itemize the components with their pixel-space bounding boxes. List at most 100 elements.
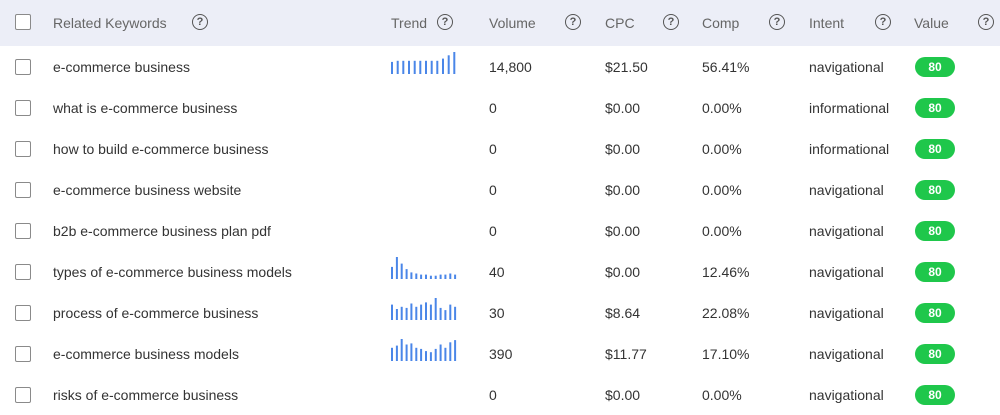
- keyword-cell[interactable]: e-commerce business website: [53, 182, 241, 198]
- row-checkbox[interactable]: [15, 141, 31, 157]
- cpc-help-icon[interactable]: ?: [663, 14, 679, 30]
- keyword-cell[interactable]: types of e-commerce business models: [53, 264, 292, 280]
- trend-bar: [425, 351, 427, 361]
- value-badge: 80: [915, 180, 955, 200]
- keywords-help-icon[interactable]: ?: [192, 14, 208, 30]
- trend-bar: [413, 60, 416, 74]
- trend-bar: [449, 304, 452, 320]
- trend-bar: [408, 60, 410, 74]
- value-badge: 80: [915, 98, 955, 118]
- cpc-cell: $0.00: [605, 387, 641, 403]
- trend-bar: [420, 304, 423, 320]
- trend-sparkline: [391, 339, 459, 364]
- trend-sparkline: [391, 298, 459, 323]
- trend-bar: [391, 266, 393, 279]
- cpc-cell: $21.50: [605, 59, 648, 75]
- cpc-cell: $0.00: [605, 141, 641, 157]
- keyword-cell[interactable]: e-commerce business models: [53, 346, 239, 362]
- cpc-cell: $0.00: [605, 182, 641, 198]
- trend-help-icon[interactable]: ?: [437, 14, 453, 30]
- column-header-volume[interactable]: Volume: [489, 15, 536, 31]
- table-row[interactable]: how to build e-commerce business 0 $0.00 0.…: [0, 128, 1000, 169]
- volume-cell: 0: [489, 182, 497, 198]
- row-checkbox[interactable]: [15, 346, 31, 362]
- intent-cell: informational: [809, 141, 890, 157]
- keyword-cell[interactable]: process of e-commerce business: [53, 305, 258, 321]
- volume-cell: 0: [489, 100, 497, 116]
- keyword-cell[interactable]: risks of e-commerce business: [53, 387, 238, 403]
- volume-help-icon[interactable]: ?: [565, 14, 581, 30]
- intent-cell: navigational: [809, 346, 884, 362]
- trend-bar: [454, 306, 457, 320]
- intent-cell: navigational: [809, 223, 884, 239]
- row-checkbox[interactable]: [15, 305, 31, 321]
- cpc-cell: $11.77: [605, 346, 647, 362]
- trend-bar: [454, 340, 457, 361]
- keyword-cell[interactable]: e-commerce business: [53, 59, 190, 75]
- trend-bar: [400, 306, 403, 320]
- column-header-value[interactable]: Value: [914, 15, 949, 31]
- volume-cell: 14,800: [489, 59, 532, 75]
- table-row[interactable]: risks of e-commerce business 0 $0.00 0.00% n…: [0, 374, 1000, 415]
- keyword-cell[interactable]: b2b e-commerce business plan pdf: [53, 223, 271, 239]
- trend-bar: [454, 274, 457, 279]
- trend-bar: [453, 52, 456, 74]
- table-row[interactable]: what is e-commerce business 0 $0.00 0.00% in…: [0, 87, 1000, 128]
- table-row[interactable]: types of e-commerce business models 40 $0.…: [0, 251, 1000, 292]
- trend-bar: [444, 310, 447, 320]
- volume-cell: 0: [489, 387, 497, 403]
- value-badge: 80: [915, 385, 955, 405]
- trend-bar: [449, 342, 452, 361]
- select-all-checkbox[interactable]: [15, 14, 31, 30]
- trend-bar: [419, 60, 422, 74]
- table-row[interactable]: e-commerce business models 390 $11.77 17.10…: [0, 333, 1000, 374]
- comp-cell: 56.41%: [702, 59, 750, 75]
- trend-bar: [410, 343, 413, 361]
- trend-bar: [436, 60, 439, 74]
- trend-bar: [400, 339, 403, 361]
- row-checkbox[interactable]: [15, 387, 31, 403]
- trend-bar: [439, 307, 442, 320]
- column-header-cpc[interactable]: CPC: [605, 15, 635, 31]
- comp-cell: 0.00%: [702, 223, 742, 239]
- row-checkbox[interactable]: [15, 59, 31, 75]
- keyword-cell[interactable]: how to build e-commerce business: [53, 141, 269, 157]
- trend-bar: [439, 344, 442, 361]
- row-checkbox[interactable]: [15, 223, 31, 239]
- trend-bar: [415, 306, 418, 320]
- intent-cell: informational: [809, 100, 890, 116]
- trend-bar: [420, 274, 423, 279]
- trend-bar: [410, 303, 413, 320]
- intent-cell: navigational: [809, 264, 884, 280]
- value-badge: 80: [915, 262, 955, 282]
- table-row[interactable]: e-commerce business 14,800 $21.50 56.41% nav…: [0, 46, 1000, 87]
- intent-help-icon[interactable]: ?: [875, 14, 891, 30]
- value-badge: 80: [915, 221, 955, 241]
- comp-cell: 0.00%: [702, 182, 742, 198]
- column-header-intent[interactable]: Intent: [809, 15, 844, 31]
- table-row[interactable]: b2b e-commerce business plan pdf 0 $0.00 0.…: [0, 210, 1000, 251]
- row-checkbox[interactable]: [15, 182, 31, 198]
- table-row[interactable]: e-commerce business website 0 $0.00 0.00% na…: [0, 169, 1000, 210]
- trend-bar: [395, 345, 398, 361]
- value-help-icon[interactable]: ?: [978, 14, 994, 30]
- keyword-cell[interactable]: what is e-commerce business: [53, 100, 237, 116]
- trend-bar: [442, 58, 444, 74]
- trend-bar: [444, 347, 447, 361]
- trend-bar: [425, 274, 427, 279]
- row-checkbox[interactable]: [15, 264, 31, 280]
- trend-bar: [439, 274, 442, 279]
- trend-bar: [447, 55, 450, 74]
- comp-cell: 0.00%: [702, 100, 742, 116]
- comp-help-icon[interactable]: ?: [769, 14, 785, 30]
- column-header-trend[interactable]: Trend: [391, 15, 427, 31]
- column-header-comp[interactable]: Comp: [702, 15, 739, 31]
- trend-bar: [391, 347, 393, 361]
- trend-bar: [402, 60, 405, 74]
- trend-bar: [391, 61, 393, 74]
- cpc-cell: $0.00: [605, 264, 641, 280]
- column-header-keywords[interactable]: Related Keywords: [53, 15, 167, 31]
- row-checkbox[interactable]: [15, 100, 31, 116]
- trend-bar: [405, 344, 408, 361]
- table-row[interactable]: process of e-commerce business 30 $8.64 22.…: [0, 292, 1000, 333]
